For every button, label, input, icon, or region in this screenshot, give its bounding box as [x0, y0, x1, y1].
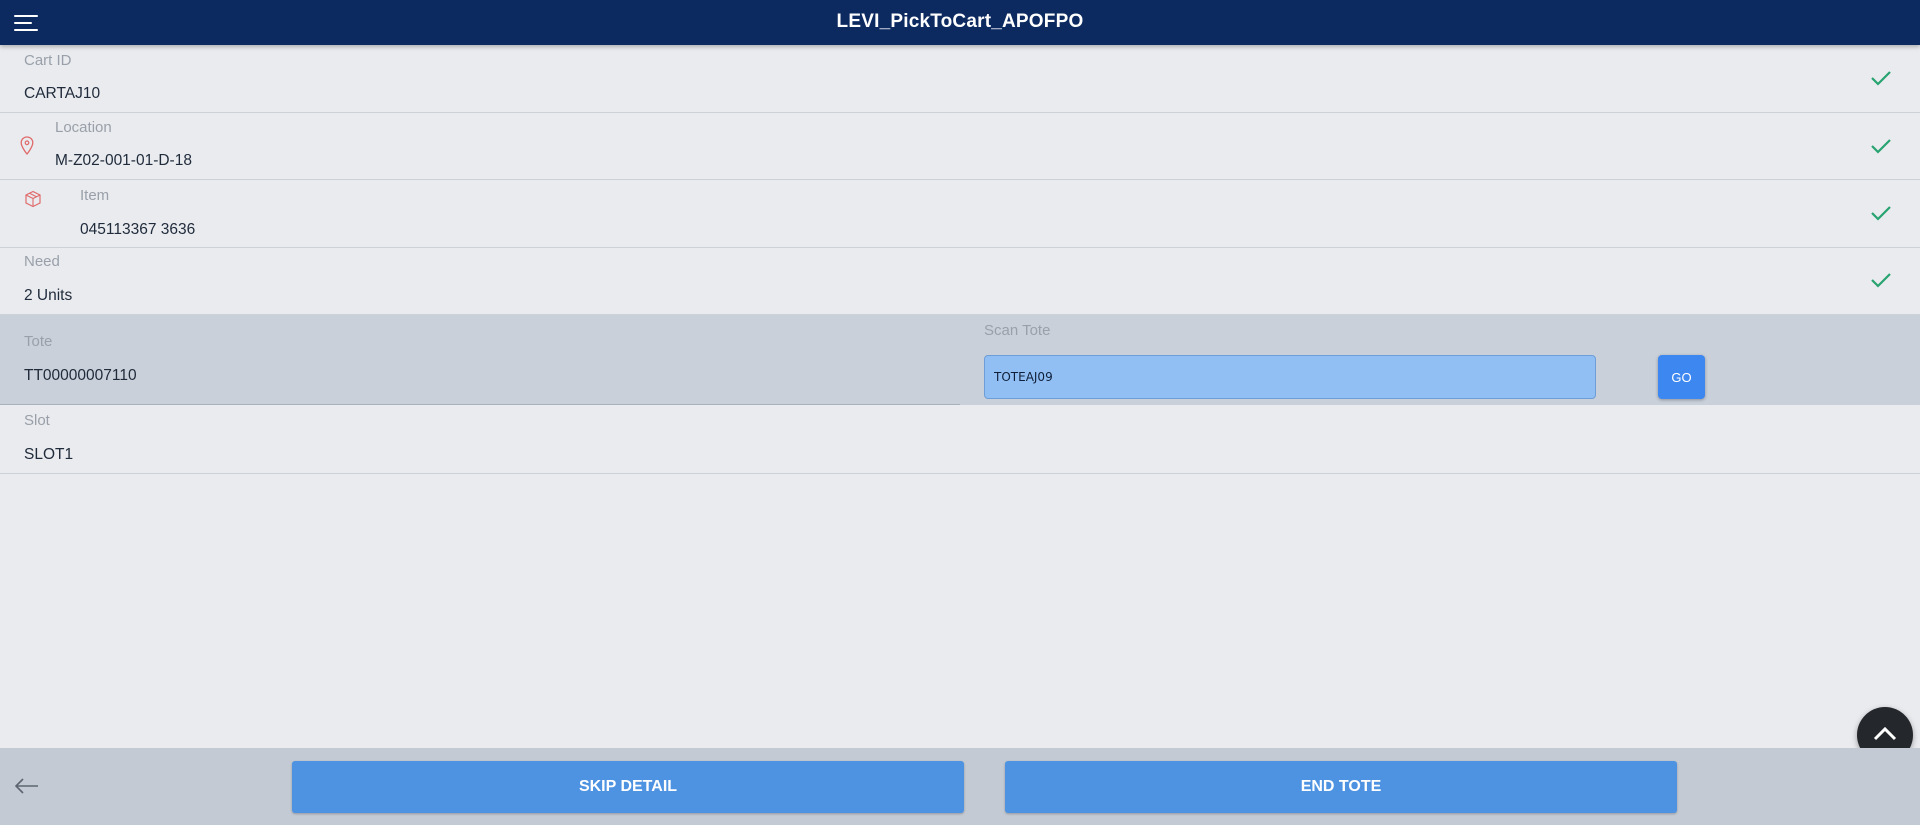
item-value: 045113367 3636	[80, 221, 196, 238]
check-icon	[1870, 138, 1892, 154]
go-button[interactable]: GO	[1658, 355, 1705, 399]
skip-detail-button[interactable]: SKIP DETAIL	[292, 761, 964, 813]
check-icon	[1870, 70, 1892, 86]
item-row: Item 045113367 3636	[0, 180, 1920, 248]
end-tote-button[interactable]: END TOTE	[1005, 761, 1677, 813]
package-icon	[24, 190, 42, 208]
tote-label: Tote	[24, 333, 53, 350]
location-pin-icon	[20, 136, 34, 156]
slot-label: Slot	[24, 412, 50, 429]
check-icon	[1870, 205, 1892, 221]
item-label: Item	[80, 187, 110, 204]
slot-value: SLOT1	[24, 446, 74, 463]
tote-field: Tote TT00000007110	[0, 315, 960, 405]
need-label: Need	[24, 253, 60, 270]
page-title: LEVI_PickToCart_APOFPO	[836, 11, 1084, 32]
cart-id-value: CARTAJ10	[24, 85, 101, 102]
back-arrow-icon[interactable]	[14, 777, 40, 795]
location-label: Location	[55, 119, 112, 136]
location-value: M-Z02-001-01-D-18	[55, 152, 192, 169]
footer-bar: SKIP DETAIL END TOTE	[0, 748, 1920, 825]
app-header: LEVI_PickToCart_APOFPO	[0, 0, 1920, 45]
cart-id-label: Cart ID	[24, 52, 72, 69]
cart-id-row: Cart ID CARTAJ10	[0, 45, 1920, 113]
tote-value: TT00000007110	[24, 367, 137, 384]
check-icon	[1870, 272, 1892, 288]
location-row: Location M-Z02-001-01-D-18	[0, 113, 1920, 180]
chevron-up-icon	[1873, 726, 1897, 741]
scan-tote-input[interactable]	[984, 355, 1596, 399]
tote-section: Tote TT00000007110 Scan Tote GO	[0, 315, 1920, 405]
need-row: Need 2 Units	[0, 248, 1920, 315]
scan-tote-label: Scan Tote	[984, 322, 1051, 339]
need-value: 2 Units	[24, 287, 73, 304]
slot-row: Slot SLOT1	[0, 406, 1920, 474]
